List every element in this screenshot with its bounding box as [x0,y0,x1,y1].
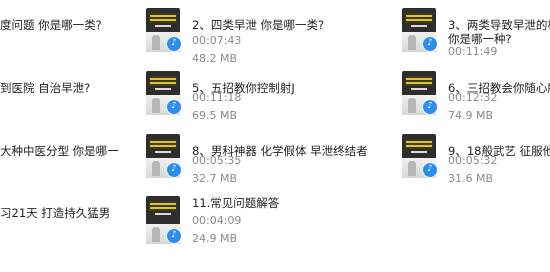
course-item[interactable]: ♪ 2、四类早泄 你是哪一类? 00:07:43 48.2 MB [146,8,406,66]
course-size: 48.2 MB [192,52,238,65]
audio-play-icon[interactable]: ♪ [422,99,438,115]
audio-play-icon[interactable]: ♪ [422,36,438,52]
course-item[interactable]: ♪ 3、两类导致早泄的根本原因你是哪一种? 00:11:49 [402,8,550,66]
course-duration: 00:11:18 [192,91,242,104]
course-size: 32.7 MB [192,172,238,185]
course-duration: 00:05:35 [192,154,242,167]
course-duration: 00:12:32 [448,91,498,104]
course-duration: 00:04:09 [192,214,242,227]
course-size: 31.6 MB [448,172,494,185]
course-title: 3、两类导致早泄的根本原因你是哪一种? [448,18,550,46]
audio-play-icon[interactable]: ♪ [166,99,182,115]
audio-play-icon[interactable]: ♪ [166,162,182,178]
course-grid: 度问题 你是哪一类? ♪ 2、四类早泄 你是哪一类? 00:07:43 48.2… [0,0,550,272]
course-duration: 00:05:32 [448,154,498,167]
course-item[interactable]: ♪ 5、五招教你控制射J 00:11:18 69.5 MB [146,71,406,129]
course-item[interactable]: ♪ 9、18般武艺 征服他 00:05:32 31.6 MB [402,134,550,192]
audio-play-icon[interactable]: ♪ [166,228,182,244]
course-title: 2、四类早泄 你是哪一类? [192,18,325,32]
audio-play-icon[interactable]: ♪ [166,36,182,52]
course-item[interactable]: ♪ 6、三招教会你随心所 00:12:32 74.9 MB [402,71,550,129]
course-size: 24.9 MB [192,232,238,245]
course-duration: 00:11:49 [448,45,498,58]
course-item[interactable]: ♪ 11.常见问题解答 00:04:09 24.9 MB [146,196,406,254]
course-title: 11.常见问题解答 [192,196,280,210]
course-size: 69.5 MB [192,109,238,122]
course-item[interactable]: ♪ 8、男科神器 化学假体 早泄终结者 00:05:35 32.7 MB [146,134,406,192]
course-size: 74.9 MB [448,109,494,122]
course-duration: 00:07:43 [192,34,242,47]
audio-play-icon[interactable]: ♪ [422,162,438,178]
